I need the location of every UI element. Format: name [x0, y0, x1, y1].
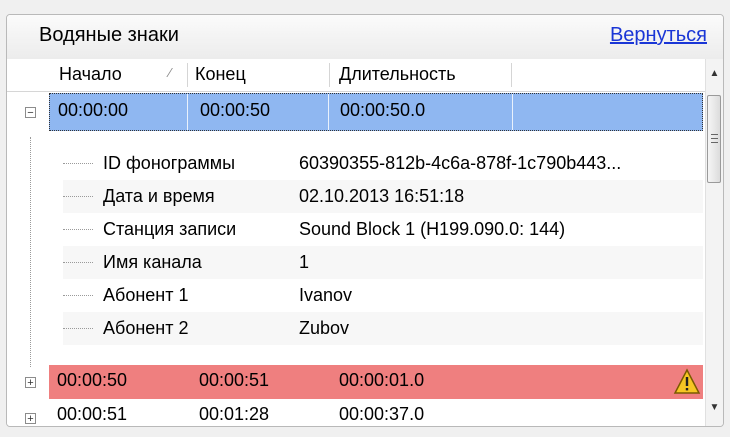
row-start-cell: 00:00:50	[57, 370, 128, 390]
detail-value: 60390355-812b-4c6a-878f-1c790b443...	[299, 153, 622, 173]
detail-value: Ivanov	[299, 285, 353, 305]
detail-row: ID фонограммы 60390355-812b-4c6a-878f-1c…	[63, 147, 703, 180]
detail-value: Zubov	[299, 318, 350, 338]
row-end-cell: 00:01:28	[199, 404, 270, 424]
detail-key: Абонент 1	[103, 285, 189, 305]
detail-key: Дата и время	[103, 186, 215, 206]
column-header-row: Начало ⁄ Конец Длительность	[7, 59, 707, 92]
detail-row: Имя канала 1	[63, 246, 703, 279]
expand-toggle-icon[interactable]: +	[25, 413, 36, 425]
column-separator[interactable]	[329, 63, 330, 87]
watermarks-tree: Начало ⁄ Конец Длительность − 00:00:00 0…	[7, 59, 707, 426]
detail-value: 02.10.2013 16:51:18	[299, 186, 465, 206]
column-header-duration[interactable]: Длительность	[339, 64, 456, 85]
row-start-cell: 00:00:51	[57, 404, 128, 424]
row-start-cell: 00:00:00	[58, 100, 129, 120]
cell-divider	[328, 94, 329, 130]
detail-key: Абонент 2	[103, 318, 189, 338]
detail-row: Абонент 1 Ivanov	[63, 279, 703, 312]
tree-branch	[63, 163, 93, 164]
row-duration-cell: 00:00:37.0	[339, 404, 425, 424]
tree-branch	[63, 295, 93, 296]
detail-row: Абонент 2 Zubov	[63, 312, 703, 345]
table-row[interactable]: 00:00:51 00:01:28 00:00:37.0	[49, 401, 703, 426]
detail-value: 1	[299, 252, 310, 272]
detail-key: ID фонограммы	[103, 153, 236, 173]
scroll-up-icon[interactable]: ▲	[706, 65, 723, 82]
watermarks-panel: Водяные знаки Вернуться Начало ⁄ Конец Д…	[6, 14, 724, 427]
row-end-cell: 00:00:51	[199, 370, 270, 390]
detail-value: Sound Block 1 (H199.090.0: 144)	[299, 219, 566, 239]
panel-header: Водяные знаки Вернуться	[7, 15, 723, 60]
column-separator[interactable]	[511, 63, 512, 87]
table-row[interactable]: 00:00:00 00:00:50 00:00:50.0	[49, 93, 703, 131]
warning-triangle-icon	[673, 368, 701, 394]
tree-branch	[63, 229, 93, 230]
table-row[interactable]: 00:00:50 00:00:51 00:00:01.0	[49, 365, 703, 399]
row-duration-cell: 00:00:50.0	[340, 100, 426, 120]
tree-connector	[30, 137, 32, 367]
sort-indicator-icon: ⁄	[169, 65, 172, 80]
row-end-cell: 00:00:50	[200, 100, 271, 120]
detail-key: Станция записи	[103, 219, 237, 239]
cell-divider	[512, 94, 513, 130]
collapse-toggle-icon[interactable]: −	[25, 107, 36, 119]
column-separator[interactable]	[187, 63, 188, 87]
tree-branch	[63, 328, 93, 329]
scroll-thumb[interactable]	[707, 95, 721, 183]
detail-key: Имя канала	[103, 252, 202, 272]
grip-icon	[711, 142, 718, 143]
cell-divider	[187, 94, 188, 130]
grip-icon	[711, 138, 718, 139]
tree-branch	[63, 196, 93, 197]
expand-toggle-icon[interactable]: +	[25, 377, 36, 389]
grip-icon	[711, 134, 718, 135]
detail-row: Дата и время 02.10.2013 16:51:18	[63, 180, 703, 213]
panel-title: Водяные знаки	[39, 24, 179, 46]
scroll-down-icon[interactable]: ▼	[706, 399, 723, 416]
vertical-scrollbar[interactable]: ▲ ▼	[705, 59, 723, 426]
tree-branch	[63, 262, 93, 263]
row-duration-cell: 00:00:01.0	[339, 370, 425, 390]
column-header-start[interactable]: Начало	[59, 64, 122, 85]
detail-row: Станция записи Sound Block 1 (H199.090.0…	[63, 213, 703, 246]
column-header-end[interactable]: Конец	[195, 64, 246, 85]
back-link[interactable]: Вернуться	[610, 24, 707, 47]
